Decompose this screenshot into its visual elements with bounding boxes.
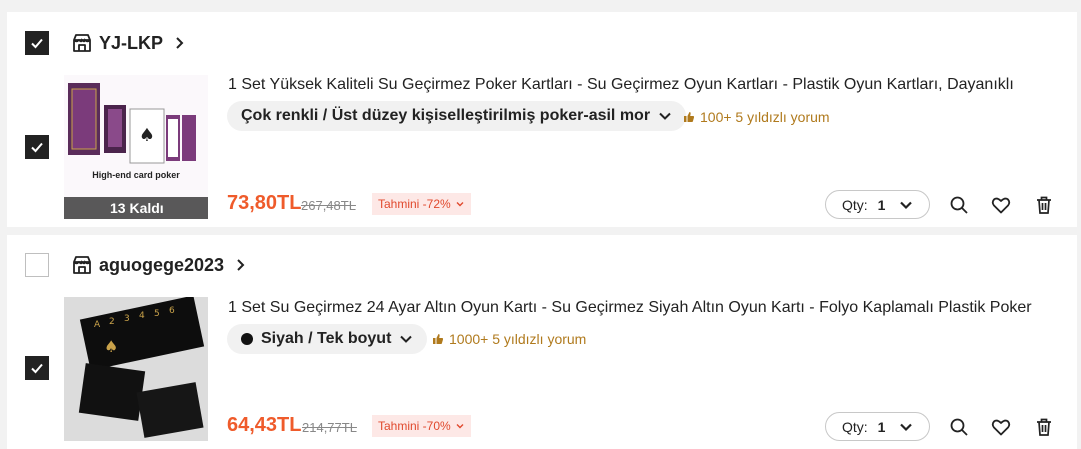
item-checkbox[interactable] <box>25 356 49 380</box>
product-title[interactable]: 1 Set Yüksek Kaliteli Su Geçirmez Poker … <box>228 76 1058 94</box>
product-image[interactable]: ♠ High-end card poker 13 Kaldı <box>64 75 208 219</box>
qty-label: Qty: <box>842 196 868 213</box>
store-card-aguogege2023: aguogege2023 A23456 ♠ 1 Set Su Geçirmez … <box>7 235 1077 449</box>
search-icon[interactable] <box>948 416 970 438</box>
thumbs-up-icon <box>433 334 444 344</box>
chevron-right-icon <box>237 259 245 271</box>
svg-text:A: A <box>94 320 101 330</box>
trash-icon[interactable] <box>1033 194 1055 216</box>
qty-value: 1 <box>877 196 886 213</box>
store-icon <box>73 256 91 274</box>
price: 73,80TL <box>227 192 302 214</box>
svg-text:5: 5 <box>154 309 160 319</box>
checkmark-icon <box>31 38 43 49</box>
svg-text:2: 2 <box>109 317 115 327</box>
svg-text:♠: ♠ <box>104 337 118 356</box>
chevron-down-icon <box>900 201 913 209</box>
qty-value: 1 <box>877 418 886 435</box>
store-icon <box>73 34 91 52</box>
review-badge: 100+ 5 yıldızlı yorum <box>683 109 830 125</box>
search-icon[interactable] <box>948 194 970 216</box>
trash-icon[interactable] <box>1033 416 1055 438</box>
store-name[interactable]: aguogege2023 <box>99 255 224 276</box>
chevron-down-icon <box>400 335 413 343</box>
old-price: 267,48TL <box>301 198 356 213</box>
color-swatch <box>241 333 253 345</box>
store-checkbox[interactable] <box>25 31 49 55</box>
store-checkbox[interactable] <box>25 253 49 277</box>
thumbs-up-icon <box>684 112 695 122</box>
product-title[interactable]: 1 Set Su Geçirmez 24 Ayar Altın Oyun Kar… <box>228 299 1058 317</box>
chevron-right-icon <box>176 37 184 49</box>
svg-text:♠: ♠ <box>139 125 155 146</box>
quantity-selector[interactable]: Qty: 1 <box>825 190 930 219</box>
price: 64,43TL <box>227 414 302 436</box>
review-badge: 1000+ 5 yıldızlı yorum <box>432 331 586 347</box>
discount-badge[interactable]: Tahmini -72% <box>372 193 471 215</box>
stock-badge: 13 Kaldı <box>64 197 208 219</box>
discount-text: Tahmini -72% <box>378 197 451 211</box>
variant-label: Siyah / Tek boyut <box>261 330 392 347</box>
store-name[interactable]: YJ-LKP <box>99 33 163 54</box>
quantity-selector[interactable]: Qty: 1 <box>825 412 930 441</box>
product-image[interactable]: A23456 ♠ <box>64 297 208 441</box>
chevron-down-icon <box>456 202 464 207</box>
discount-text: Tahmini -70% <box>378 419 451 433</box>
chevron-down-icon <box>900 423 913 431</box>
discount-badge[interactable]: Tahmini -70% <box>372 415 471 437</box>
qty-label: Qty: <box>842 418 868 435</box>
svg-text:6: 6 <box>169 306 175 316</box>
svg-text:3: 3 <box>124 314 130 324</box>
heart-icon[interactable] <box>990 194 1012 216</box>
checkmark-icon <box>31 363 43 374</box>
store-header[interactable]: YJ-LKP <box>71 32 187 54</box>
heart-icon[interactable] <box>990 416 1012 438</box>
review-text: 100+ 5 yıldızlı yorum <box>700 109 830 125</box>
playing-cards-image: A23456 ♠ <box>78 297 205 438</box>
variant-selector[interactable]: Çok renkli / Üst düzey kişiselleştirilmi… <box>227 101 687 131</box>
thumb-caption: High-end card poker <box>92 170 180 180</box>
item-checkbox[interactable] <box>25 135 49 159</box>
chevron-down-icon <box>456 424 464 429</box>
store-header[interactable]: aguogege2023 <box>71 254 248 276</box>
chevron-down-icon <box>659 112 671 120</box>
old-price: 214,77TL <box>302 420 357 435</box>
store-card-yj-lkp: YJ-LKP ♠ High-end card poker 13 Kaldı 1 … <box>7 12 1077 227</box>
variant-selector[interactable]: Siyah / Tek boyut <box>227 324 428 354</box>
checkmark-icon <box>31 142 43 153</box>
variant-label: Çok renkli / Üst düzey kişiselleştirilmi… <box>241 107 651 124</box>
svg-text:4: 4 <box>139 311 145 321</box>
review-text: 1000+ 5 yıldızlı yorum <box>449 331 587 347</box>
